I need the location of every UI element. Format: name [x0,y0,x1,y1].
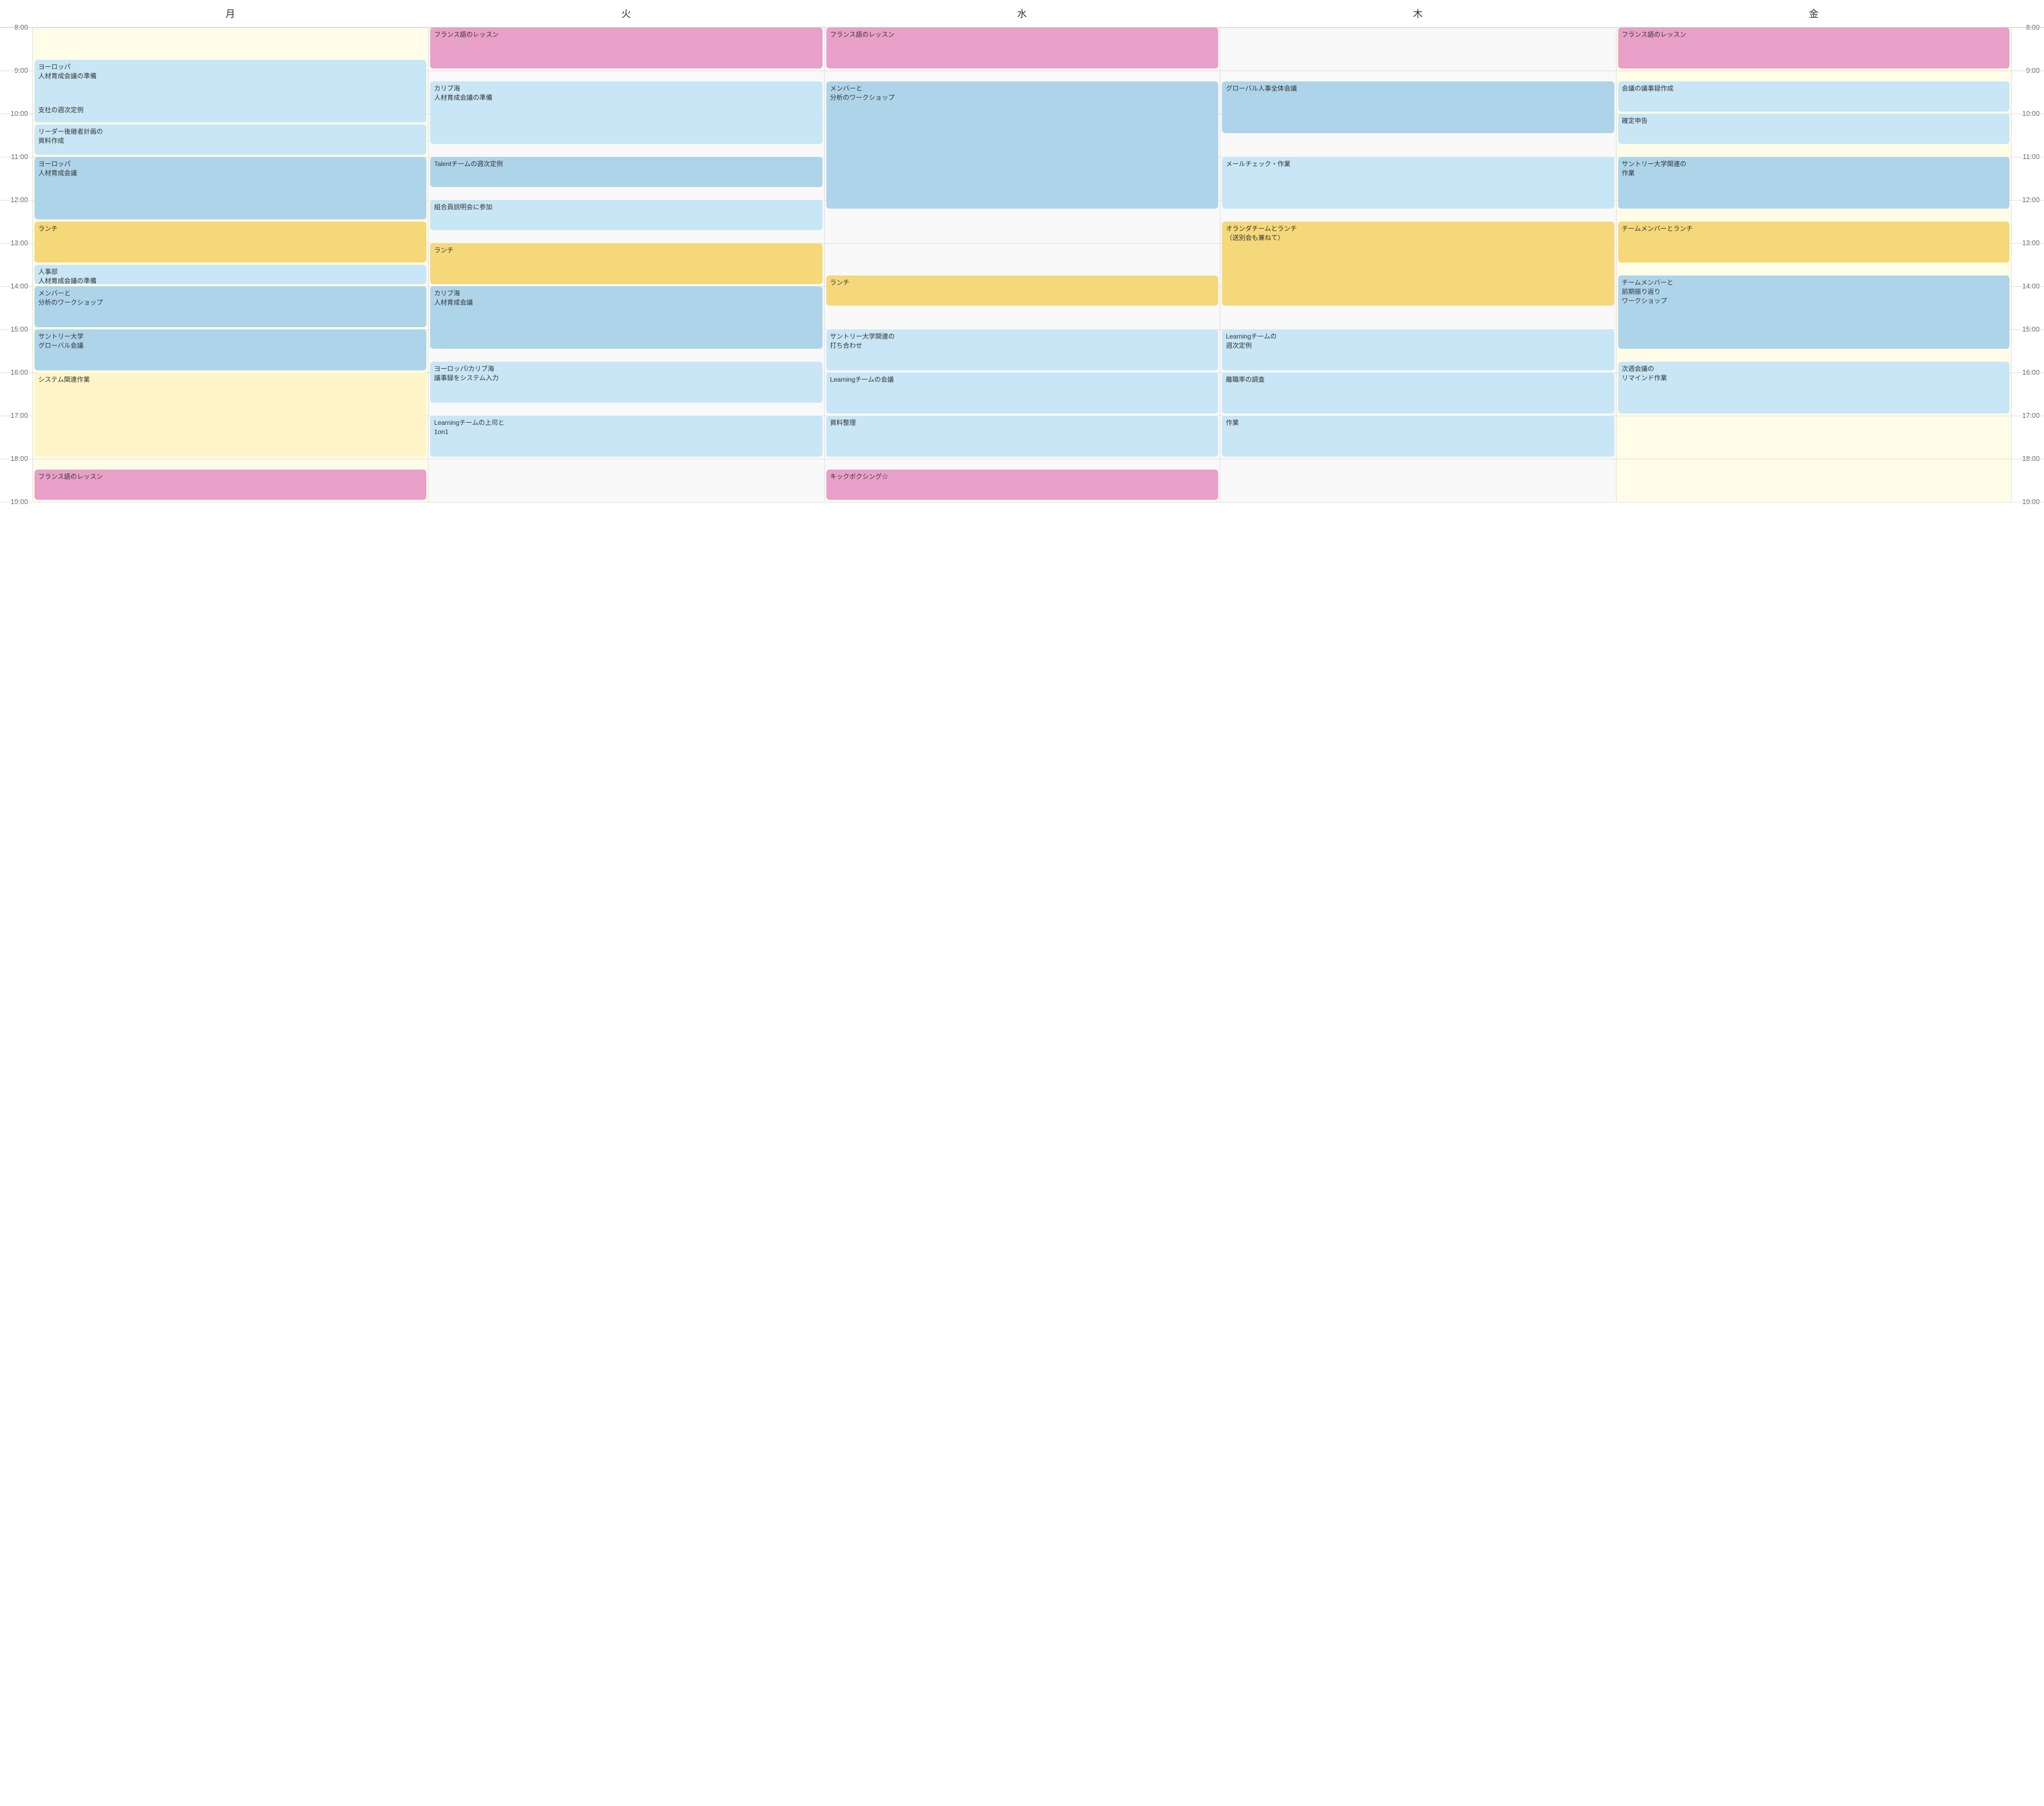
event-tue5[interactable]: ランチ [430,243,822,284]
time-hour-line [2012,27,2044,28]
event-fri7[interactable]: 次週会議の リマインド作業 [1618,362,2010,413]
time-hour-line [0,243,32,244]
event-mon2[interactable]: 支社の週次定例 [34,103,426,122]
event-fri1[interactable]: フランス語のレッスン [1618,27,2010,68]
time-label-1400: 14:00 [0,286,32,329]
event-tue2[interactable]: カリブ海 人材育成会議の準備 [430,81,822,144]
event-mon8[interactable]: サントリー大学 グローバル会議 [34,329,426,370]
time-label-1000: 10:00 [0,114,32,157]
event-tue6[interactable]: カリブ海 人材育成会議 [430,286,822,349]
time-label-right-1700: 17:00 [2012,416,2044,459]
event-fri5[interactable]: チームメンバーとランチ [1618,222,2010,263]
event-fri4[interactable]: サントリー大学関連の 作業 [1618,157,2010,209]
day-col-wed: フランス語のレッスンメンバーと 分析のワークショップランチサントリー大学関連の … [824,27,1220,502]
day-col-thu: グローバル人事全体会議メールチェック・作業オランダチームとランチ （送別会も兼ね… [1220,27,1615,502]
event-tue8[interactable]: Learningチームの上司と 1on1 [430,416,822,457]
event-wed6[interactable]: 資料整理 [826,416,1218,457]
time-hour-line [2012,200,2044,201]
time-label-right-1300: 13:00 [2012,243,2044,286]
hour-line-0 [1220,27,1615,28]
event-thu5[interactable]: 離職率の調査 [1222,373,1614,413]
time-label-1100: 11:00 [0,157,32,200]
time-label-900: 9:00 [0,71,32,114]
time-hour-line [2012,243,2044,244]
time-label-1800: 18:00 [0,459,32,502]
time-label-1200: 12:00 [0,200,32,243]
event-mon5[interactable]: ランチ [34,222,426,263]
calendar-wrapper: 月 火 水 木 金 8:009:0010:0011:0012:0013:0014… [0,0,2044,1806]
event-mon7[interactable]: メンバーと 分析のワークショップ [34,286,426,327]
time-label-1300: 13:00 [0,243,32,286]
time-hour-line [0,286,32,287]
time-label-right-1500: 15:00 [2012,329,2044,373]
day-col-fri: フランス語のレッスン会議の議事録作成確定申告サントリー大学関連の 作業チームメン… [1616,27,2012,502]
event-thu4[interactable]: Learningチームの 週次定例 [1222,329,1614,370]
event-tue7[interactable]: ヨーロッパ/カリブ海 議事録をシステム入力 [430,362,822,403]
header-day-fri: 金 [1616,0,2012,27]
event-mon10[interactable]: フランス語のレッスン [34,470,426,500]
time-col-right: 8:009:0010:0011:0012:0013:0014:0015:0016… [2012,27,2044,502]
event-wed2[interactable]: メンバーと 分析のワークショップ [826,81,1218,209]
event-mon6[interactable]: 人事部 人材育成会議の準備 [34,265,426,284]
time-label-right-900: 9:00 [2012,71,2044,114]
time-hour-line [0,27,32,28]
header-row: 月 火 水 木 金 [0,0,2044,27]
time-label-right-800: 8:00 [2012,27,2044,71]
event-fri3[interactable]: 確定申告 [1618,114,2010,144]
time-col-left: 8:009:0010:0011:0012:0013:0014:0015:0016… [0,27,32,502]
time-label-right-1600: 16:00 [2012,373,2044,416]
time-hour-line [0,200,32,201]
event-mon4[interactable]: ヨーロッパ 人材育成会議 [34,157,426,219]
event-tue3[interactable]: Talentチームの週次定例 [430,157,822,187]
event-thu2[interactable]: メールチェック・作業 [1222,157,1614,209]
time-hour-line [0,329,32,330]
time-label-800: 8:00 [0,27,32,71]
time-hour-line [2012,329,2044,330]
day-col-mon: ヨーロッパ 人材育成会議の準備支社の週次定例リーダー後継者計画の 資料作成ヨーロ… [32,27,428,502]
event-wed3[interactable]: ランチ [826,275,1218,306]
calendar-body: 8:009:0010:0011:0012:0013:0014:0015:0016… [0,27,2044,502]
header-day-wed: 水 [824,0,1220,27]
time-hour-line [2012,286,2044,287]
day-col-tue: フランス語のレッスンカリブ海 人材育成会議の準備 Talentチームの週次定例組合… [428,27,824,502]
time-label-right-1200: 12:00 [2012,200,2044,243]
time-label-1500: 15:00 [0,329,32,373]
event-fri6[interactable]: チームメンバーと 前期振り返り ワークショップ [1618,275,2010,349]
hour-line-5 [825,243,1220,244]
time-label-right-1000: 10:00 [2012,114,2044,157]
event-tue4[interactable]: 組合員説明会に参加 [430,200,822,230]
time-label-right-1900: 19:00 [2012,502,2044,545]
event-mon3[interactable]: リーダー後継者計画の 資料作成 [34,125,426,155]
event-thu6[interactable]: 作業 [1222,416,1614,457]
header-day-tue: 火 [428,0,824,27]
event-thu3[interactable]: オランダチームとランチ （送別会も兼ねて） [1222,222,1614,306]
event-thu1[interactable]: グローバル人事全体会議 [1222,81,1614,133]
event-tue1[interactable]: フランス語のレッスン [430,27,822,68]
header-day-thu: 木 [1220,0,1615,27]
event-wed4[interactable]: サントリー大学関連の 打ち合わせ [826,329,1218,370]
time-label-1900: 19:00 [0,502,32,545]
time-label-1700: 17:00 [0,416,32,459]
header-day-mon: 月 [32,0,428,27]
time-label-right-1100: 11:00 [2012,157,2044,200]
time-label-right-1800: 18:00 [2012,459,2044,502]
hour-line-0 [33,27,428,28]
event-fri2[interactable]: 会議の議事録作成 [1618,81,2010,112]
time-label-right-1400: 14:00 [2012,286,2044,329]
event-wed5[interactable]: Learningチームの会議 [826,373,1218,413]
time-label-1600: 16:00 [0,373,32,416]
event-wed7[interactable]: キックボクシング☆ [826,470,1218,500]
event-mon9[interactable]: システム関連作業 [34,373,426,457]
event-wed1[interactable]: フランス語のレッスン [826,27,1218,68]
